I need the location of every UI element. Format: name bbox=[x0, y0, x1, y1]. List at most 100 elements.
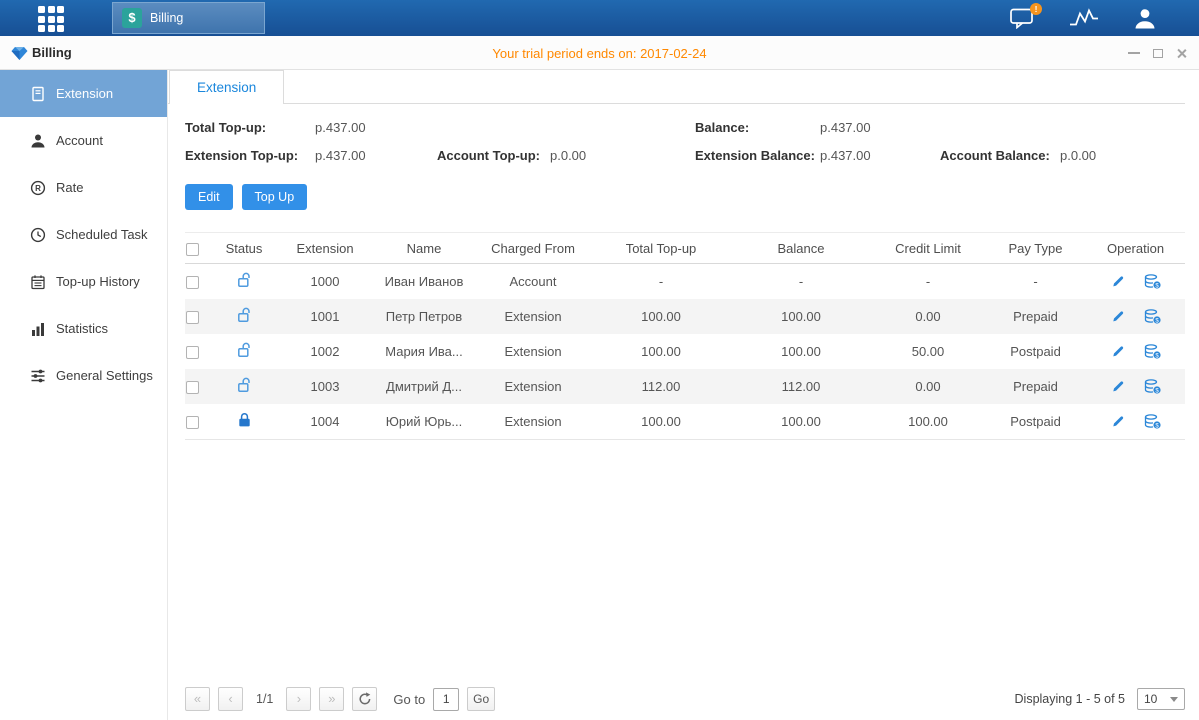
extension-topup-value: p.437.00 bbox=[315, 148, 437, 163]
sidebar-item-statistics[interactable]: Statistics bbox=[0, 305, 167, 352]
notifications-chat-icon[interactable]: ! bbox=[1010, 8, 1035, 29]
edit-pencil-icon[interactable] bbox=[1111, 379, 1126, 394]
monitor-chart-icon[interactable] bbox=[1069, 8, 1099, 29]
user-account-icon[interactable] bbox=[1133, 8, 1157, 29]
goto-label: Go to bbox=[393, 692, 425, 707]
row-checkbox[interactable] bbox=[186, 346, 199, 359]
minimize-icon[interactable] bbox=[1128, 52, 1140, 54]
status-locked-icon bbox=[237, 412, 252, 428]
next-page-button[interactable]: › bbox=[286, 687, 311, 711]
sidebar-item-account[interactable]: Account bbox=[0, 117, 167, 164]
titlebar: Billing Your trial period ends on: 2017-… bbox=[0, 36, 1199, 70]
goto-page-input[interactable] bbox=[433, 688, 459, 711]
total-topup-value: p.437.00 bbox=[315, 120, 437, 135]
edit-button[interactable]: Edit bbox=[185, 184, 233, 210]
cell-extension: 1003 bbox=[277, 369, 373, 404]
apps-menu-icon[interactable] bbox=[38, 6, 70, 31]
page-size-select[interactable]: 10 bbox=[1137, 688, 1185, 710]
account-topup-value: p.0.00 bbox=[550, 148, 695, 163]
sidebar-item-label: Extension bbox=[56, 86, 113, 101]
extension-row: 1003 Дмитрий Д... Extension 112.00 112.0… bbox=[185, 369, 1185, 404]
extension-balance-value: p.437.00 bbox=[820, 148, 940, 163]
page-size-value: 10 bbox=[1144, 692, 1157, 706]
last-page-button[interactable]: » bbox=[319, 687, 344, 711]
displaying-text: Displaying 1 - 5 of 5 bbox=[1015, 692, 1125, 706]
cell-name: Юрий Юрь... bbox=[373, 404, 475, 440]
row-checkbox[interactable] bbox=[186, 381, 199, 394]
account-topup-label: Account Top-up: bbox=[437, 148, 550, 163]
top-up-button[interactable]: Top Up bbox=[242, 184, 308, 210]
sidebar-item-general-settings[interactable]: General Settings bbox=[0, 352, 167, 399]
top-up-coins-icon[interactable]: $ bbox=[1144, 274, 1161, 289]
sidebar-item-extension[interactable]: Extension bbox=[0, 70, 167, 117]
pagination-bar: « ‹ 1/1 › » Go to Go Displaying 1 - 5 of… bbox=[185, 687, 1185, 711]
status-unlocked-icon bbox=[237, 342, 252, 358]
row-checkbox[interactable] bbox=[186, 416, 199, 429]
cell-credit-limit: 0.00 bbox=[871, 369, 985, 404]
cell-total-topup: 100.00 bbox=[591, 299, 731, 334]
row-checkbox[interactable] bbox=[186, 276, 199, 289]
status-unlocked-icon bbox=[237, 377, 252, 393]
prev-page-button[interactable]: ‹ bbox=[218, 687, 243, 711]
close-icon[interactable] bbox=[1176, 48, 1187, 59]
cell-charged-from: Extension bbox=[475, 334, 591, 369]
go-button[interactable]: Go bbox=[467, 687, 495, 711]
header-operation: Operation bbox=[1086, 233, 1185, 264]
billing-taskbar-tab[interactable]: $ Billing bbox=[112, 2, 265, 34]
cell-charged-from: Account bbox=[475, 264, 591, 300]
sliders-icon bbox=[29, 367, 46, 384]
cell-total-topup: - bbox=[591, 264, 731, 300]
cell-name: Мария Ива... bbox=[373, 334, 475, 369]
cell-pay-type: Prepaid bbox=[985, 299, 1086, 334]
extension-row: 1000 Иван Иванов Account - - - - bbox=[185, 264, 1185, 300]
top-up-coins-icon[interactable]: $ bbox=[1144, 309, 1161, 324]
first-page-button[interactable]: « bbox=[185, 687, 210, 711]
row-checkbox[interactable] bbox=[186, 311, 199, 324]
sidebar-item-label: Rate bbox=[56, 180, 83, 195]
sidebar-item-rate[interactable]: R Rate bbox=[0, 164, 167, 211]
cell-balance: 100.00 bbox=[731, 404, 871, 440]
extension-notebook-icon bbox=[29, 85, 46, 102]
extension-row: 1002 Мария Ива... Extension 100.00 100.0… bbox=[185, 334, 1185, 369]
header-name: Name bbox=[373, 233, 475, 264]
sidebar-item-label: Statistics bbox=[56, 321, 108, 336]
account-balance-label: Account Balance: bbox=[940, 148, 1060, 163]
cell-extension: 1001 bbox=[277, 299, 373, 334]
sidebar-item-scheduled-task[interactable]: Scheduled Task bbox=[0, 211, 167, 258]
cell-balance: 100.00 bbox=[731, 334, 871, 369]
extension-content: Total Top-up: p.437.00 Balance: p.437.00… bbox=[168, 104, 1199, 720]
caret-down-icon bbox=[1170, 697, 1178, 702]
cell-credit-limit: 100.00 bbox=[871, 404, 985, 440]
billing-dollar-icon: $ bbox=[122, 8, 142, 28]
select-all-checkbox[interactable] bbox=[186, 243, 199, 256]
cell-pay-type: Postpaid bbox=[985, 334, 1086, 369]
edit-pencil-icon[interactable] bbox=[1111, 309, 1126, 324]
header-pay-type: Pay Type bbox=[985, 233, 1086, 264]
edit-pencil-icon[interactable] bbox=[1111, 344, 1126, 359]
tab-extension[interactable]: Extension bbox=[169, 70, 284, 104]
account-balance-value: p.0.00 bbox=[1060, 148, 1185, 163]
extension-table: Status Extension Name Charged From Total… bbox=[185, 232, 1185, 440]
cell-pay-type: Prepaid bbox=[985, 369, 1086, 404]
status-unlocked-icon bbox=[237, 307, 252, 323]
total-topup-label: Total Top-up: bbox=[185, 120, 315, 135]
cell-charged-from: Extension bbox=[475, 404, 591, 440]
sidebar-item-topup-history[interactable]: Top-up History bbox=[0, 258, 167, 305]
balance-value: p.437.00 bbox=[820, 120, 940, 135]
extension-row: 1001 Петр Петров Extension 100.00 100.00… bbox=[185, 299, 1185, 334]
top-up-coins-icon[interactable]: $ bbox=[1144, 344, 1161, 359]
top-up-coins-icon[interactable]: $ bbox=[1144, 414, 1161, 429]
extension-balance-label: Extension Balance: bbox=[695, 148, 820, 163]
edit-pencil-icon[interactable] bbox=[1111, 274, 1126, 289]
refresh-icon[interactable] bbox=[352, 687, 377, 711]
clock-icon bbox=[29, 226, 46, 243]
top-up-coins-icon[interactable]: $ bbox=[1144, 379, 1161, 394]
cell-pay-type: Postpaid bbox=[985, 404, 1086, 440]
edit-pencil-icon[interactable] bbox=[1111, 414, 1126, 429]
billing-summary: Total Top-up: p.437.00 Balance: p.437.00… bbox=[185, 120, 1185, 163]
window-controls bbox=[1128, 36, 1187, 70]
header-extension: Extension bbox=[277, 233, 373, 264]
topbar-actions: ! bbox=[1010, 0, 1157, 36]
extension-topup-label: Extension Top-up: bbox=[185, 148, 315, 163]
maximize-icon[interactable] bbox=[1153, 49, 1163, 58]
